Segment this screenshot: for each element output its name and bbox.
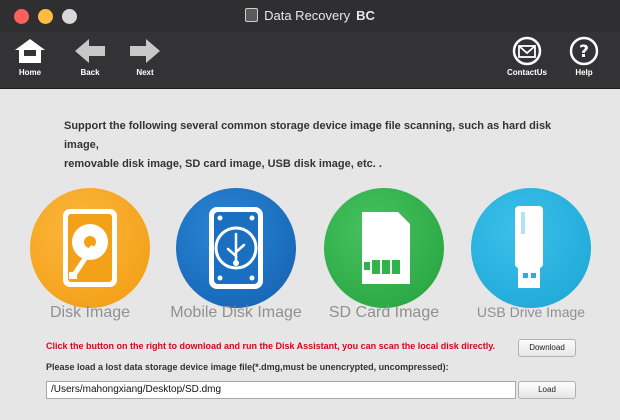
app-icon xyxy=(245,8,259,22)
home-label: Home xyxy=(18,68,42,77)
mail-icon xyxy=(512,36,542,66)
back-label: Back xyxy=(80,68,100,77)
home-button[interactable]: Home xyxy=(2,36,58,77)
disk-image-option[interactable] xyxy=(30,188,150,308)
help-button[interactable]: ? Help xyxy=(556,36,612,77)
intro-line-2: removable disk image, SD card image, USB… xyxy=(64,158,382,170)
contact-us-button[interactable]: ContactUs xyxy=(499,36,555,77)
load-button[interactable]: Load xyxy=(518,381,576,399)
title-bar: Data Recovery BC xyxy=(0,0,620,32)
window-title: Data Recovery BC xyxy=(0,8,620,23)
hard-disk-icon xyxy=(63,209,117,287)
load-hint: Please load a lost data storage device i… xyxy=(46,362,449,372)
app-window: Data Recovery BC Home Back Next ContactU… xyxy=(0,0,620,420)
usb-drive-image-option[interactable] xyxy=(471,188,591,308)
back-button[interactable]: Back xyxy=(62,36,118,77)
window-title-suffix: BC xyxy=(356,8,375,23)
back-arrow-icon xyxy=(75,39,105,63)
intro-line-1: Support the following several common sto… xyxy=(64,120,552,151)
mobile-disk-image-label: Mobile Disk Image xyxy=(170,304,302,321)
next-arrow-icon xyxy=(130,39,160,63)
sd-card-image-label: SD Card Image xyxy=(328,304,440,321)
intro-text: Support the following several common sto… xyxy=(64,117,564,174)
usb-drive-icon xyxy=(515,206,543,288)
help-icon: ? xyxy=(569,36,599,66)
toolbar: Home Back Next ContactUs ? Help xyxy=(0,32,620,89)
mobile-disk-icon xyxy=(209,207,263,289)
download-hint: Click the button on the right to downloa… xyxy=(46,341,496,351)
svg-text:?: ? xyxy=(579,42,589,62)
contact-us-label: ContactUs xyxy=(506,68,547,77)
disk-image-label: Disk Image xyxy=(49,304,131,321)
home-icon xyxy=(15,39,45,63)
window-title-text: Data Recovery xyxy=(264,8,351,23)
sd-card-image-option[interactable] xyxy=(324,188,444,308)
usb-drive-image-label: USB Drive Image xyxy=(476,304,586,320)
next-label: Next xyxy=(136,68,154,77)
mobile-disk-image-option[interactable] xyxy=(176,188,296,308)
image-path-input[interactable] xyxy=(46,381,516,399)
download-button[interactable]: Download xyxy=(518,339,576,357)
next-button[interactable]: Next xyxy=(117,36,173,77)
sd-card-icon xyxy=(362,212,410,284)
help-label: Help xyxy=(575,68,593,77)
main-content: Support the following several common sto… xyxy=(0,89,620,420)
